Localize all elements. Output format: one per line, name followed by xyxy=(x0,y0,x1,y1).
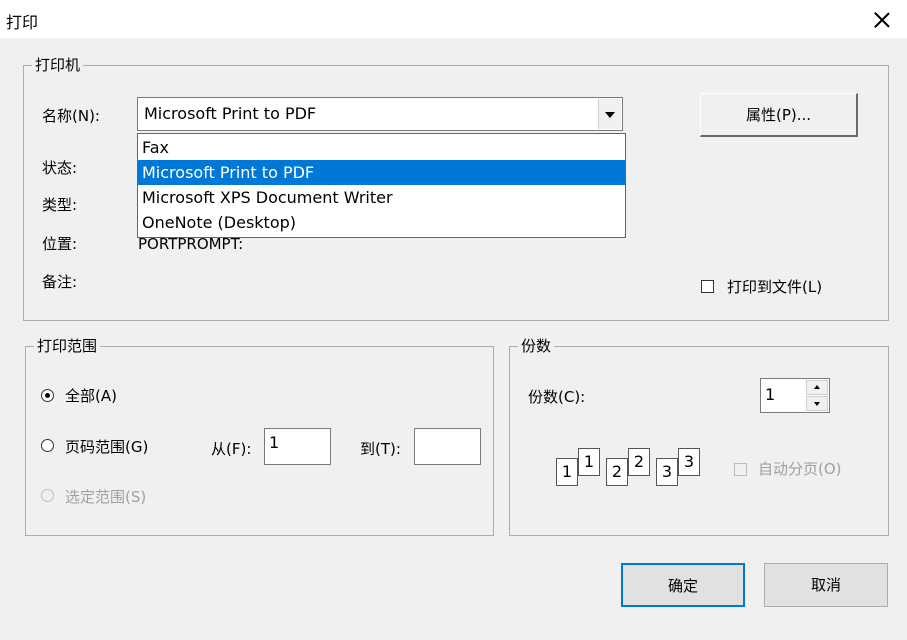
printer-option[interactable]: OneNote (Desktop) xyxy=(138,210,625,235)
stepper-down-icon[interactable] xyxy=(806,396,828,411)
collate-page: 2 xyxy=(606,458,628,486)
comment-label: 备注: xyxy=(42,273,78,291)
chevron-down-icon[interactable] xyxy=(598,99,621,129)
properties-button[interactable]: 属性(P)... xyxy=(700,93,858,137)
title-bar: 打印 xyxy=(0,0,907,38)
range-selection-radio[interactable] xyxy=(41,489,54,502)
print-to-file-label[interactable]: 打印到文件(L) xyxy=(727,277,822,297)
from-input[interactable]: 1 xyxy=(264,428,331,465)
collate-page: 3 xyxy=(656,458,678,486)
print-to-file-checkbox[interactable] xyxy=(701,280,714,293)
printer-option[interactable]: Microsoft XPS Document Writer xyxy=(138,185,625,210)
printer-dropdown-list: Fax Microsoft Print to PDF Microsoft XPS… xyxy=(137,133,626,238)
copies-title: 份数 xyxy=(518,336,555,356)
collate-page: 3 xyxy=(678,448,700,476)
printer-name-label: 名称(N): xyxy=(42,107,100,125)
range-pages-label[interactable]: 页码范围(G) xyxy=(65,437,148,457)
close-button[interactable] xyxy=(866,6,898,34)
stepper-buttons xyxy=(806,380,828,411)
copies-label: 份数(C): xyxy=(528,388,586,406)
window-title: 打印 xyxy=(6,13,39,32)
printer-option-selected[interactable]: Microsoft Print to PDF xyxy=(138,160,625,185)
printer-name-value: Microsoft Print to PDF xyxy=(144,104,317,123)
collate-page: 2 xyxy=(628,448,650,476)
range-pages-radio[interactable] xyxy=(41,439,54,452)
range-all-label[interactable]: 全部(A) xyxy=(65,386,117,406)
collate-pages-icon: 1 1 2 2 3 3 xyxy=(556,444,706,490)
location-label: 位置: xyxy=(42,235,78,253)
print-range-title: 打印范围 xyxy=(34,336,101,356)
copies-group: 份数 xyxy=(509,336,889,536)
collate-page: 1 xyxy=(578,448,600,476)
from-label: 从(F): xyxy=(211,440,252,458)
to-label: 到(T): xyxy=(360,440,401,458)
printer-group-title: 打印机 xyxy=(32,55,84,75)
collate-label[interactable]: 自动分页(O) xyxy=(758,459,842,479)
range-all-radio[interactable] xyxy=(41,389,54,402)
ok-button[interactable]: 确定 xyxy=(621,563,745,607)
type-label: 类型: xyxy=(42,196,78,214)
collate-page: 1 xyxy=(556,458,578,486)
stepper-up-icon[interactable] xyxy=(806,380,828,395)
collate-checkbox[interactable] xyxy=(734,463,747,476)
cancel-button[interactable]: 取消 xyxy=(764,563,888,607)
status-label: 状态: xyxy=(42,159,78,177)
copies-stepper[interactable]: 1 xyxy=(760,378,830,413)
range-selection-label[interactable]: 选定范围(S) xyxy=(65,487,146,507)
to-input[interactable] xyxy=(414,428,481,465)
copies-value: 1 xyxy=(765,385,776,404)
printer-option[interactable]: Fax xyxy=(138,135,625,160)
printer-name-select[interactable]: Microsoft Print to PDF xyxy=(137,97,623,131)
